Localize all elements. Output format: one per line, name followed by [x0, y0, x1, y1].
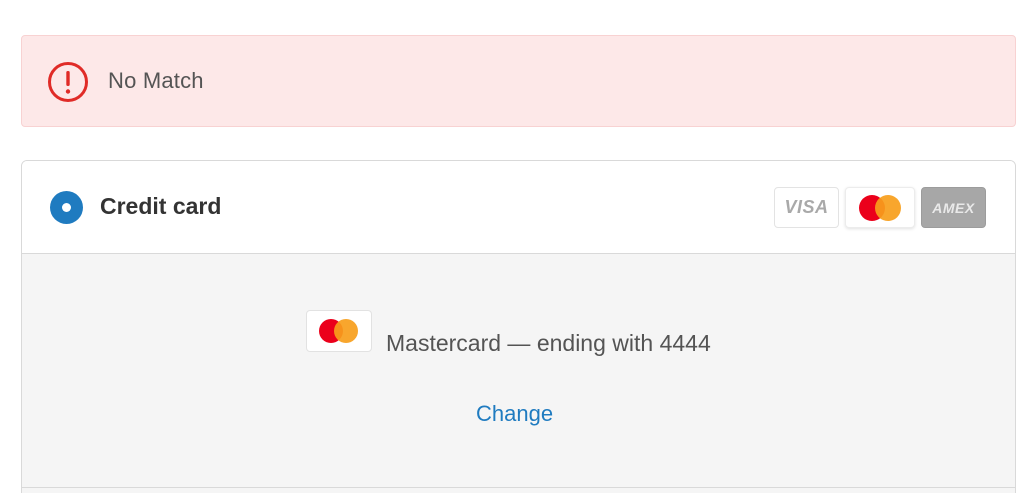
radio-selected-dot: [62, 203, 71, 212]
alert-message: No Match: [108, 68, 204, 93]
saved-card-section: Mastercard — ending with 4444 Change: [22, 254, 1015, 493]
mastercard-icon: [306, 310, 372, 352]
payment-method-header[interactable]: Credit card VISA AMEX: [22, 161, 1015, 254]
payment-method-label: Credit card: [100, 193, 222, 219]
visa-icon: VISA: [774, 187, 839, 228]
saved-card-description: Mastercard — ending with 4444: [386, 330, 711, 356]
amex-icon: AMEX: [921, 187, 986, 228]
exclamation-circle-icon: [47, 61, 89, 103]
credit-card-radio[interactable]: [50, 191, 83, 224]
change-card-link[interactable]: Change: [476, 401, 553, 427]
divider: [22, 487, 1015, 488]
error-alert: No Match: [21, 35, 1016, 127]
mastercard-icon: [845, 187, 915, 228]
payment-method-panel: Credit card VISA AMEX Mastercard — endin…: [21, 160, 1016, 493]
